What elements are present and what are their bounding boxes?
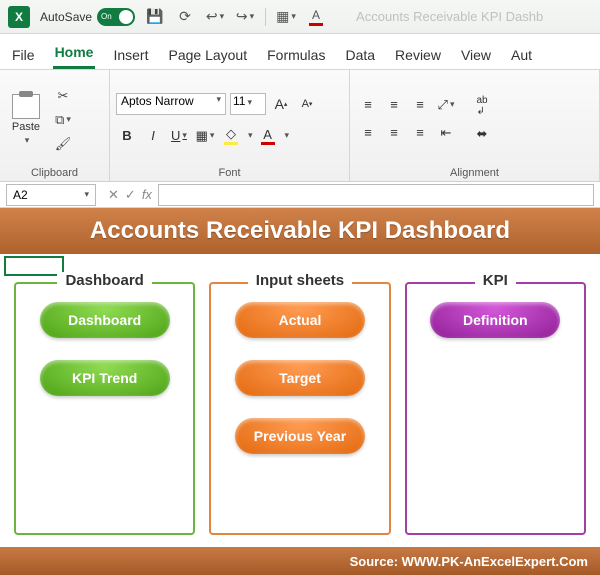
- underline-button[interactable]: U▾: [168, 125, 190, 147]
- card-title: Dashboard: [57, 272, 151, 289]
- paste-icon: [12, 94, 40, 119]
- chevron-down-icon: ▾: [84, 189, 89, 200]
- font-group-label: Font: [116, 165, 343, 179]
- ribbon-group-alignment: ≡ ≡ ≡ ⤢▾ ≡ ≡ ≡ ⇤ ab↲ ⬌ Alignment: [350, 70, 600, 181]
- align-bottom-button[interactable]: ≡: [408, 93, 432, 117]
- clipboard-group-label: Clipboard: [6, 165, 103, 179]
- alignment-group-label: Alignment: [356, 165, 593, 179]
- pill-actual[interactable]: Actual: [235, 302, 365, 338]
- cancel-formula-icon[interactable]: ✕: [108, 187, 119, 203]
- borders-icon[interactable]: ▦▾: [276, 7, 296, 27]
- tab-file[interactable]: File: [10, 41, 37, 69]
- font-color-button[interactable]: A: [257, 125, 279, 147]
- pill-target[interactable]: Target: [235, 360, 365, 396]
- autosave-toggle[interactable]: AutoSave On: [40, 8, 135, 26]
- shrink-font-button[interactable]: A▾: [296, 93, 318, 115]
- card-title: KPI: [475, 272, 516, 289]
- dashboard-banner: Accounts Receivable KPI Dashboard: [0, 208, 600, 254]
- formula-bar-row: A2 ▾ ✕ ✓ fx: [0, 182, 600, 208]
- tab-formulas[interactable]: Formulas: [265, 41, 327, 69]
- font-color-icon[interactable]: A: [306, 7, 326, 27]
- chevron-down-icon: ▾: [25, 135, 30, 146]
- name-box[interactable]: A2 ▾: [6, 184, 96, 206]
- tab-view[interactable]: View: [459, 41, 493, 69]
- fx-icon[interactable]: fx: [142, 187, 152, 203]
- sheet-footer: Source: WWW.PK-AnExcelExpert.Com: [0, 547, 600, 575]
- redo-icon[interactable]: ↪▾: [235, 7, 255, 27]
- card-kpi: KPI Definition: [405, 282, 586, 535]
- grow-font-button[interactable]: A▴: [270, 93, 292, 115]
- cut-icon[interactable]: ✂: [54, 87, 72, 105]
- pill-previous-year[interactable]: Previous Year: [235, 418, 365, 454]
- tab-home[interactable]: Home: [53, 38, 96, 69]
- borders-button[interactable]: ▦▾: [194, 125, 216, 147]
- align-top-button[interactable]: ≡: [356, 93, 380, 117]
- ribbon: Paste ▾ ✂ ⧉▾ 🖌 Clipboard Aptos Narrow▾ 1…: [0, 70, 600, 182]
- wrap-text-button[interactable]: ab↲: [468, 95, 496, 117]
- italic-button[interactable]: I: [142, 125, 164, 147]
- decrease-indent-button[interactable]: ⇤: [434, 121, 458, 145]
- pill-kpi-trend[interactable]: KPI Trend: [40, 360, 170, 396]
- enter-formula-icon[interactable]: ✓: [125, 187, 136, 203]
- undo-icon[interactable]: ↩▾: [205, 7, 225, 27]
- paste-label: Paste: [12, 121, 40, 133]
- formula-input[interactable]: [158, 184, 594, 206]
- align-middle-button[interactable]: ≡: [382, 93, 406, 117]
- ribbon-group-font: Aptos Narrow▾ 11▾ A▴ A▾ B I U▾ ▦▾ ◇▾ A▾ …: [110, 70, 350, 181]
- pill-dashboard[interactable]: Dashboard: [40, 302, 170, 338]
- copy-icon[interactable]: ⧉▾: [54, 111, 72, 129]
- align-center-button[interactable]: ≡: [382, 121, 406, 145]
- chevron-down-icon: ▾: [247, 97, 252, 107]
- toggle-knob-icon: [119, 10, 133, 24]
- font-size-select[interactable]: 11▾: [230, 93, 266, 115]
- toggle-state: On: [101, 12, 112, 21]
- footer-source: Source: WWW.PK-AnExcelExpert.Com: [350, 554, 588, 569]
- ribbon-tabs: File Home Insert Page Layout Formulas Da…: [0, 34, 600, 70]
- card-dashboard: Dashboard Dashboard KPI Trend: [14, 282, 195, 535]
- bold-button[interactable]: B: [116, 125, 138, 147]
- autosave-label: AutoSave: [40, 10, 92, 24]
- orientation-button[interactable]: ⤢▾: [434, 93, 458, 117]
- active-cell-selection[interactable]: [4, 256, 64, 276]
- chevron-down-icon[interactable]: ▾: [285, 130, 290, 141]
- tab-page-layout[interactable]: Page Layout: [166, 41, 249, 69]
- title-bar: X AutoSave On 💾 ⟳ ↩▾ ↪▾ ▦▾ A Accounts Re…: [0, 0, 600, 34]
- document-title: Accounts Receivable KPI Dashb: [356, 9, 543, 24]
- ribbon-group-clipboard: Paste ▾ ✂ ⧉▾ 🖌 Clipboard: [0, 70, 110, 181]
- card-title: Input sheets: [248, 272, 352, 289]
- qat-separator: [265, 8, 266, 26]
- pill-definition[interactable]: Definition: [430, 302, 560, 338]
- excel-logo-icon: X: [8, 6, 30, 28]
- worksheet-area[interactable]: Accounts Receivable KPI Dashboard Dashbo…: [0, 208, 600, 575]
- merge-center-button[interactable]: ⬌: [468, 123, 496, 145]
- banner-title: Accounts Receivable KPI Dashboard: [90, 217, 510, 245]
- save-icon[interactable]: 💾: [145, 7, 165, 27]
- align-left-button[interactable]: ≡: [356, 121, 380, 145]
- name-box-value: A2: [13, 188, 28, 202]
- tab-review[interactable]: Review: [393, 41, 443, 69]
- tab-insert[interactable]: Insert: [111, 41, 150, 69]
- paste-button[interactable]: Paste ▾: [6, 94, 46, 146]
- align-right-button[interactable]: ≡: [408, 121, 432, 145]
- tab-automate[interactable]: Aut: [509, 41, 534, 69]
- font-name-select[interactable]: Aptos Narrow▾: [116, 93, 226, 115]
- format-painter-icon[interactable]: 🖌: [54, 135, 72, 153]
- card-input-sheets: Input sheets Actual Target Previous Year: [209, 282, 390, 535]
- tab-data[interactable]: Data: [343, 41, 377, 69]
- cards-row: Dashboard Dashboard KPI Trend Input shee…: [14, 282, 586, 535]
- refresh-icon[interactable]: ⟳: [175, 7, 195, 27]
- chevron-down-icon[interactable]: ▾: [248, 130, 253, 141]
- toggle-switch[interactable]: On: [97, 8, 135, 26]
- chevron-down-icon: ▾: [216, 94, 221, 105]
- fill-color-button[interactable]: ◇: [220, 125, 242, 147]
